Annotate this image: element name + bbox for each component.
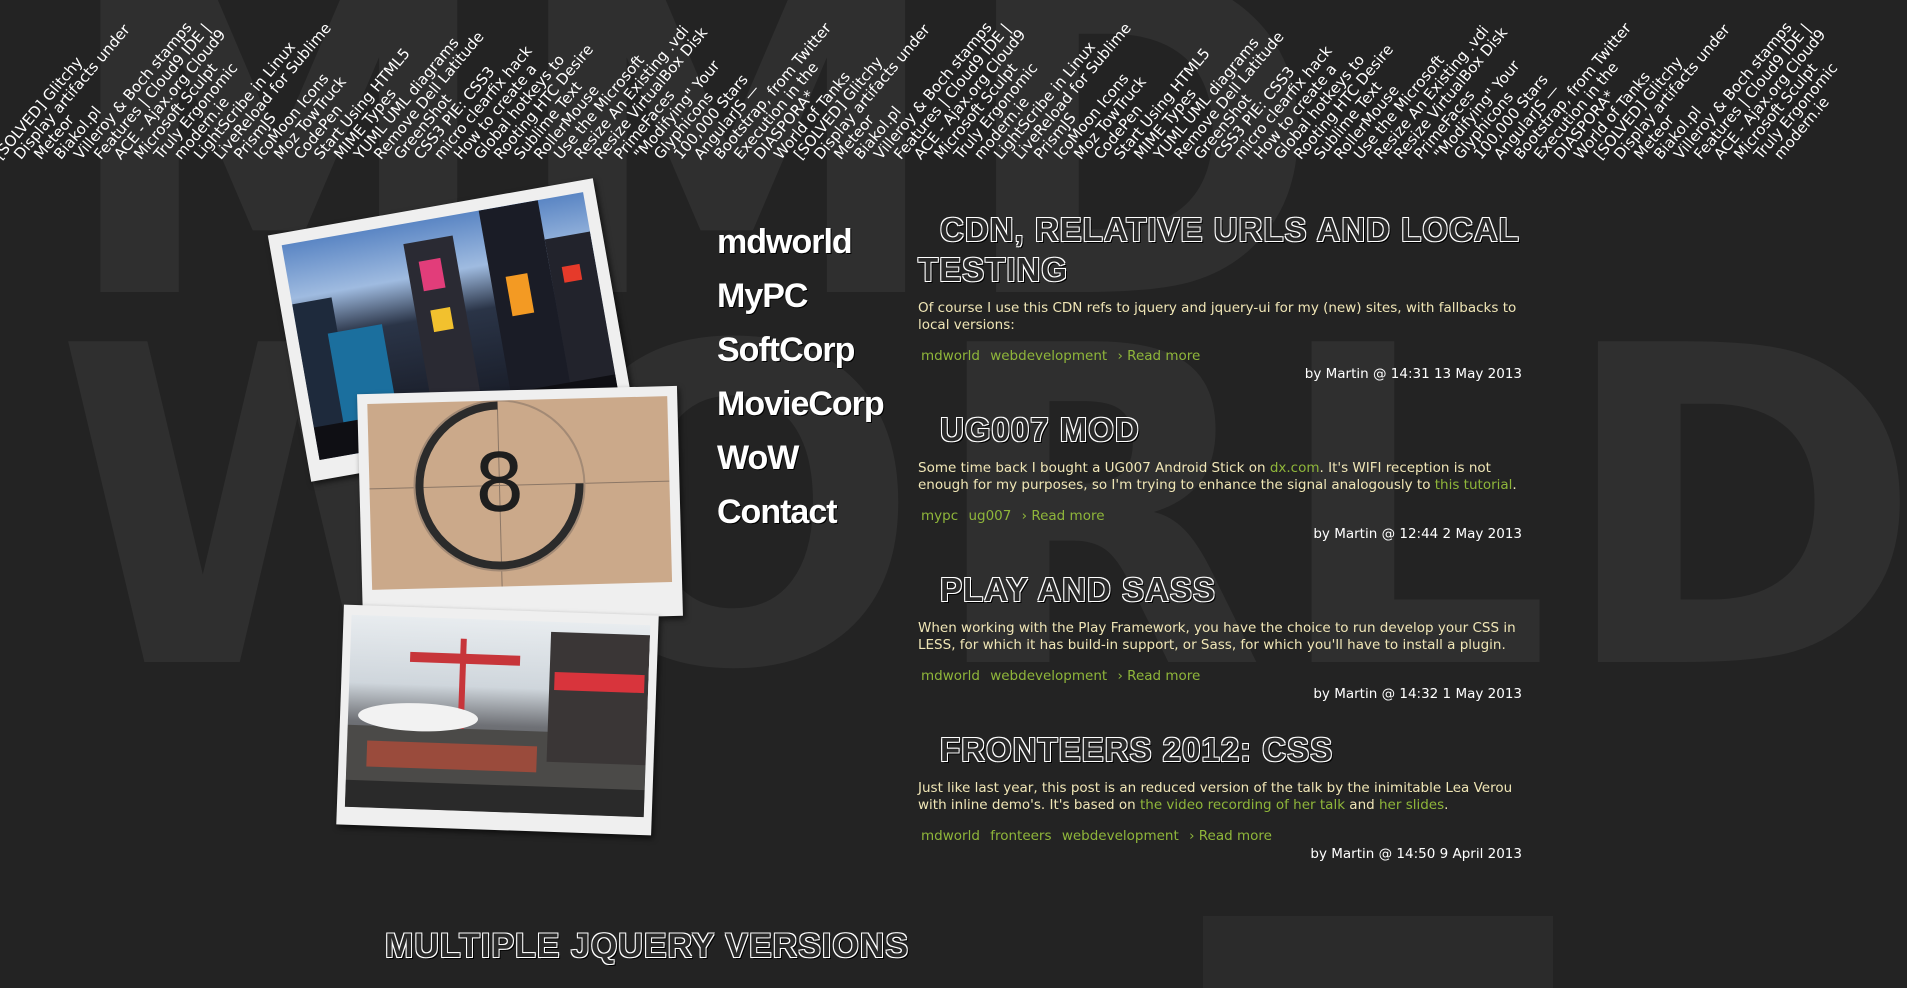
ship-illustration bbox=[344, 631, 651, 818]
photo-film-countdown: 8 bbox=[357, 385, 683, 625]
excerpt-text: . bbox=[1444, 797, 1449, 813]
post-excerpt: Some time back I bought a UG007 Android … bbox=[918, 460, 1538, 494]
tag-link-webdevelopment[interactable]: webdevelopment bbox=[1062, 828, 1179, 844]
nav-item-softcorp[interactable]: SoftCorp bbox=[717, 323, 884, 377]
tag-link-ug007[interactable]: ug007 bbox=[968, 508, 1011, 524]
tag-cloud: [SOLVED] Glitchy Display artifacts under M… bbox=[0, 0, 1907, 163]
tag-link-webdevelopment[interactable]: webdevelopment bbox=[990, 668, 1107, 684]
svg-text:8: 8 bbox=[473, 436, 526, 530]
dx-com-link[interactable]: dx.com bbox=[1270, 460, 1320, 476]
tag-link-mdworld[interactable]: mdworld bbox=[921, 668, 980, 684]
excerpt-text: Some time back I bought a UG007 Android … bbox=[918, 460, 1270, 476]
nav-item-mypc[interactable]: MyPC bbox=[717, 269, 884, 323]
post-tags: mypc ug007 › Read more bbox=[918, 508, 1538, 524]
post-fronteers-2012-css: Fronteers 2012: CSS Just like last year,… bbox=[918, 730, 1538, 862]
ship-construction-image bbox=[344, 614, 651, 818]
post-title[interactable]: UG007 mod bbox=[940, 410, 1538, 450]
tag-link-webdevelopment[interactable]: webdevelopment bbox=[990, 348, 1107, 364]
main-nav: mdworld MyPC SoftCorp MovieCorp WoW Cont… bbox=[717, 215, 885, 539]
read-more-link[interactable]: › Read more bbox=[1117, 668, 1200, 684]
tag-link-mypc[interactable]: mypc bbox=[921, 508, 958, 524]
sidebar-box bbox=[1203, 916, 1553, 988]
post-title[interactable]: Fronteers 2012: CSS bbox=[940, 730, 1538, 770]
post-title[interactable]: CDN, relative urls and local testing bbox=[918, 210, 1538, 290]
read-more-link[interactable]: › Read more bbox=[1022, 508, 1105, 524]
read-more-link[interactable]: › Read more bbox=[1117, 348, 1200, 364]
slides-link[interactable]: her slides bbox=[1379, 797, 1444, 813]
post-excerpt: When working with the Play Framework, yo… bbox=[918, 620, 1516, 653]
film-countdown-image: 8 bbox=[367, 396, 673, 590]
post-tags: mdworld webdevelopment › Read more bbox=[918, 348, 1538, 364]
nav-item-moviecorp[interactable]: MovieCorp bbox=[717, 377, 885, 431]
post-title[interactable]: Play and SASS bbox=[940, 570, 1538, 610]
post-byline: by Martin @ 14:32 1 May 2013 bbox=[1313, 686, 1522, 702]
post-ug007-mod: UG007 mod Some time back I bought a UG00… bbox=[918, 410, 1538, 542]
tag-link-mdworld[interactable]: mdworld bbox=[921, 828, 980, 844]
nav-item-contact[interactable]: Contact bbox=[717, 485, 884, 539]
nav-item-mdworld[interactable]: mdworld bbox=[717, 215, 884, 269]
post-byline: by Martin @ 14:31 13 May 2013 bbox=[1304, 366, 1522, 382]
post-play-and-sass: Play and SASS When working with the Play… bbox=[918, 570, 1538, 702]
post-tags: mdworld fronteers webdevelopment › Read … bbox=[918, 828, 1538, 844]
post-cdn-relative-urls: CDN, relative urls and local testing Of … bbox=[918, 210, 1538, 382]
post-excerpt: Of course I use this CDN refs to jquery … bbox=[918, 300, 1517, 333]
tag-link-fronteers[interactable]: fronteers bbox=[990, 828, 1051, 844]
nav-item-wow[interactable]: WoW bbox=[717, 431, 884, 485]
excerpt-text: and bbox=[1345, 797, 1379, 813]
video-recording-link[interactable]: the video recording of her talk bbox=[1140, 797, 1345, 813]
photo-ship-construction bbox=[336, 604, 659, 836]
post-byline: by Martin @ 14:50 9 April 2013 bbox=[1310, 846, 1522, 862]
excerpt-text: . bbox=[1512, 477, 1517, 493]
post-tags: mdworld webdevelopment › Read more bbox=[918, 668, 1538, 684]
tutorial-link[interactable]: this tutorial bbox=[1435, 477, 1513, 493]
post-byline: by Martin @ 12:44 2 May 2013 bbox=[1313, 526, 1522, 542]
read-more-link[interactable]: › Read more bbox=[1189, 828, 1272, 844]
countdown-illustration: 8 bbox=[369, 399, 670, 587]
post-excerpt: Just like last year, this post is an red… bbox=[918, 780, 1538, 814]
tag-link-mdworld[interactable]: mdworld bbox=[921, 348, 980, 364]
post-title-multiple-jquery[interactable]: Multiple jQuery versions bbox=[385, 927, 909, 966]
